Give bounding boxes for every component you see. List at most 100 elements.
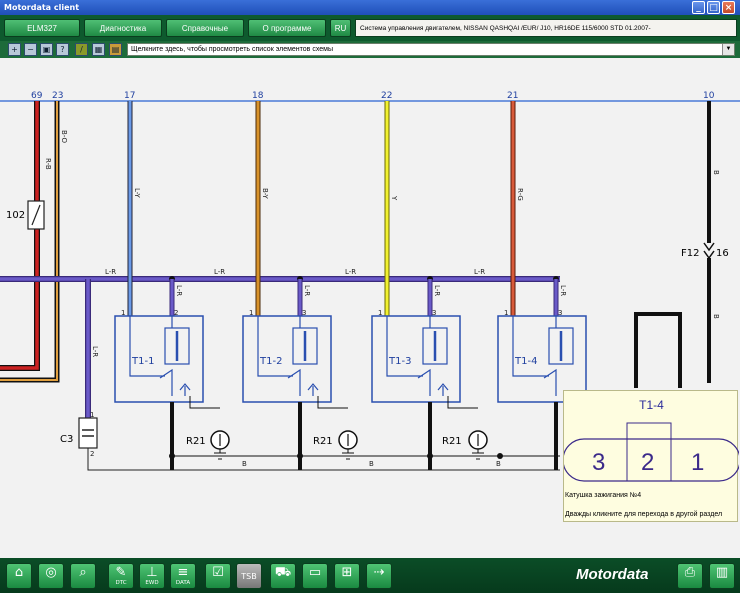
- data-icon: ≡: [177, 565, 189, 580]
- tsb-label: TSB: [241, 572, 257, 581]
- coil-t1-4-label: T1-4: [514, 356, 537, 367]
- window-title: Motordata client: [4, 3, 80, 12]
- c3-pin-1: 1: [90, 411, 94, 419]
- coil-t1-1-pin-3: 2: [174, 309, 178, 317]
- resistor-r21-1-ground-icon: [214, 449, 226, 460]
- toolbar: + − ▣ ? / ▦ ▤ Щелкните здесь, чтобы прос…: [0, 41, 740, 58]
- wire-rb: [0, 101, 39, 370]
- coil-t1-2-label: T1-2: [259, 356, 282, 367]
- c3-pin-2: 2: [90, 450, 94, 458]
- bottom-toolbar: ⌂ ◎ ⌕ ✎ DTC ⊥ EWD ≡ DATA ☑ TSB ⛟ ▭ ⊞ ⇢ Moto…: [0, 558, 740, 593]
- wire-c3-ground: [87, 448, 560, 471]
- pin-label-10: 10: [703, 91, 715, 101]
- coil-t1-3-label: T1-3: [388, 356, 411, 367]
- data-button[interactable]: ≡ DATA: [170, 563, 196, 589]
- coil-t1-1-pin-1: 1: [121, 309, 125, 317]
- wire-label-b-g2: B: [369, 460, 374, 468]
- search-icon[interactable]: ⌕: [70, 563, 96, 589]
- wire-bo: [0, 101, 58, 381]
- wire-label-b-2: B: [712, 314, 720, 319]
- wire-label-lr-2: L-R: [214, 268, 225, 276]
- wire-outline-bo: [0, 101, 60, 383]
- pin-label-23: 23: [52, 91, 63, 101]
- zoom-in-icon[interactable]: +: [8, 43, 21, 56]
- wire-label-y: Y: [390, 195, 398, 201]
- pin-label-18: 18: [252, 91, 264, 101]
- resistor-r21-3-ground-icon: [472, 449, 484, 460]
- reference-data-button[interactable]: Справочные данные: [166, 19, 244, 50]
- resistor-r21-1[interactable]: R21: [186, 396, 230, 460]
- wire-b-loop: [634, 312, 682, 388]
- pin-label-21: 21: [507, 91, 518, 101]
- connector-key: [626, 422, 672, 440]
- elm327-button[interactable]: ELM327: [4, 19, 80, 37]
- diagnostics-button[interactable]: Диагностика: [84, 19, 162, 37]
- junction-icon[interactable]: ▭: [302, 563, 328, 589]
- menu-bar: ELM327 Диагностика Справочные данные О п…: [0, 15, 740, 50]
- wire-label-by: B-Y: [261, 188, 269, 199]
- globe-icon[interactable]: ◎: [38, 563, 64, 589]
- zoom-out-icon[interactable]: −: [24, 43, 37, 56]
- fuse-102-label: 102: [6, 210, 25, 221]
- connector-popup[interactable]: 3 2 1 T1-4 Катушка зажигания №4 Дважды к…: [563, 390, 739, 522]
- connector-pin-1[interactable]: 1: [691, 449, 704, 476]
- print-icon[interactable]: ⎙: [677, 563, 703, 589]
- car-icon[interactable]: ⛟: [270, 563, 296, 589]
- capacitor-c3-label: C3: [60, 434, 73, 445]
- wire-label-lr-4: L-R: [474, 268, 485, 276]
- about-button[interactable]: О программе: [248, 19, 326, 37]
- coil-t1-2-pin-3: 3: [302, 309, 306, 317]
- fuse-link-f12-label: F12: [681, 248, 699, 259]
- brand-logo: Motordata: [576, 566, 649, 583]
- wire-label-rb: R-B: [44, 158, 52, 170]
- wire-label-rg: R-G: [516, 188, 524, 201]
- wiring-diagram[interactable]: 69 23 17 18 22 21 10 R-B B-O 102 L-R L-R…: [0, 58, 740, 558]
- resistor-r21-1-label: R21: [186, 436, 206, 447]
- pin-label-69: 69: [31, 91, 43, 101]
- maximize-icon[interactable]: □: [707, 1, 720, 14]
- resistor-r21-3-label: R21: [442, 436, 462, 447]
- home-icon[interactable]: ⌂: [6, 563, 32, 589]
- connector-icon[interactable]: ⊞: [334, 563, 360, 589]
- help-icon[interactable]: ?: [56, 43, 69, 56]
- close-icon[interactable]: ×: [722, 1, 735, 14]
- book-icon[interactable]: ▥: [709, 563, 735, 589]
- dtc-label: DTC: [115, 580, 127, 586]
- connector-pin-2[interactable]: 2: [641, 449, 654, 476]
- checklist-icon[interactable]: ☑: [205, 563, 231, 589]
- coil-t1-3-pin-1: 1: [378, 309, 382, 317]
- element-list-dropdown[interactable]: Щелкните здесь, чтобы просмотреть список…: [127, 43, 735, 56]
- resistor-r21-3[interactable]: R21: [442, 396, 488, 460]
- pin-label-22: 22: [381, 91, 392, 101]
- coil-t1-3-pin-3: 3: [432, 309, 436, 317]
- wire-label-lr-3: L-R: [345, 268, 356, 276]
- dtc-button[interactable]: ✎ DTC: [108, 563, 134, 589]
- ewd-icon: ⊥: [146, 565, 158, 580]
- http-icon[interactable]: ⇢: [366, 563, 392, 589]
- resistor-r21-2[interactable]: R21: [313, 396, 358, 460]
- fuse-link-f12[interactable]: [703, 242, 715, 260]
- popup-hint: Дважды кликните для перехода в другой ра…: [565, 511, 723, 518]
- coil-t1-4-pin-1: 1: [504, 309, 508, 317]
- connector-pin-3[interactable]: 3: [592, 449, 605, 476]
- zoom-fit-icon[interactable]: ▣: [40, 43, 53, 56]
- minimize-icon[interactable]: _: [692, 1, 705, 14]
- palette-icon[interactable]: ▤: [109, 43, 122, 56]
- wire-label-lr-1: L-R: [105, 268, 116, 276]
- wire-label-b-g1: B: [242, 460, 247, 468]
- wire-label-lr-t1-4: L-R: [559, 285, 567, 296]
- grid-icon[interactable]: ▦: [92, 43, 105, 56]
- capacitor-c3[interactable]: [78, 417, 98, 449]
- language-button[interactable]: RU: [330, 19, 351, 37]
- wire-label-bo: B-O: [60, 130, 68, 144]
- coil-t1-4-pin-3: 3: [558, 309, 562, 317]
- ewd-button[interactable]: ⊥ EWD: [139, 563, 165, 589]
- wire-label-ly: L-Y: [133, 188, 141, 198]
- chevron-down-icon[interactable]: ▼: [722, 44, 734, 55]
- popup-title: T1-4: [639, 398, 664, 412]
- resistor-r21-2-ground-icon: [342, 449, 354, 460]
- title-bar: Motordata client _ □ ×: [0, 0, 740, 15]
- pen-icon[interactable]: /: [75, 43, 88, 56]
- pin-label-17: 17: [124, 91, 135, 101]
- tsb-button[interactable]: TSB: [236, 563, 262, 589]
